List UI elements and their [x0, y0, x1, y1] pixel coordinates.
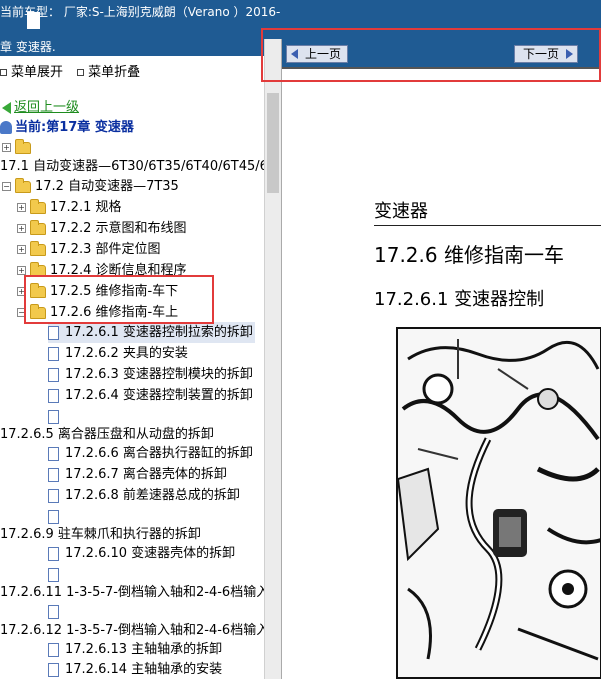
tree-item[interactable]: +17.2.2 示意图和布线图	[17, 218, 186, 239]
current-vehicle-title: 当前车型： 厂家:S-上海别克威朗（Verano ）2016-	[0, 5, 281, 19]
tree-item-label: 17.2.6.1 变速器控制拉索的拆卸	[65, 325, 253, 340]
tree-item[interactable]: 17.2.6.6 离合器执行器缸的拆卸	[48, 443, 253, 464]
heading-divider	[374, 225, 601, 226]
person-icon	[0, 121, 12, 134]
tree-item-label: 17.2.6.3 变速器控制模块的拆卸	[65, 367, 253, 382]
tree-item-doc[interactable]	[48, 601, 65, 622]
document-icon	[48, 567, 59, 582]
menu-collapse-label: 菜单折叠	[88, 65, 141, 80]
tree-item-label: 17.2.6.14 主轴轴承的安装	[65, 662, 223, 677]
collapse-icon[interactable]: −	[2, 182, 11, 191]
tree-item[interactable]: 17.2.6.12 1-3-5-7-倒档输入轴和2-4-6档输入	[0, 620, 264, 641]
document-icon	[48, 367, 59, 382]
highlight-box-nav	[261, 28, 601, 82]
scrollbar-thumb[interactable]	[267, 93, 279, 193]
tree-item[interactable]: 17.2.6.3 变速器控制模块的拆卸	[48, 364, 253, 385]
tree-item-label: 17.1 自动变速器—6T30/6T35/6T40/6T45/6	[0, 159, 264, 174]
tree-item-label: 17.2.6.11 1-3-5-7-倒档输入轴和2-4-6档输入	[0, 585, 264, 600]
folder-icon	[30, 198, 46, 214]
tree-item-label: 17.2.6.6 离合器执行器缸的拆卸	[65, 446, 253, 461]
tree-item-label: 17.2.6.12 1-3-5-7-倒档输入轴和2-4-6档输入	[0, 623, 264, 638]
tree-item-label: 17.2.6.2 夹具的安装	[65, 346, 188, 361]
tree-item[interactable]: 17.2.6.5 离合器压盘和从动盘的拆卸	[0, 424, 214, 445]
tree-item-label: 17.2.2 示意图和布线图	[50, 221, 187, 236]
folder-icon	[30, 219, 46, 235]
chapter-bar: 章 变速器.	[0, 39, 264, 56]
tree-item-label: 17.2.3 部件定位图	[50, 242, 161, 257]
tree-item-label: 17.2.6.13 主轴轴承的拆卸	[65, 642, 223, 657]
back-link[interactable]: 返回上一级	[2, 97, 79, 118]
expand-icon[interactable]: +	[17, 245, 26, 254]
tree-item-label: 17.2.6.5 离合器压盘和从动盘的拆卸	[0, 427, 214, 442]
document-icon	[48, 604, 59, 619]
tree-item[interactable]: 17.1 自动变速器—6T30/6T35/6T40/6T45/6	[0, 156, 264, 177]
document-icon	[48, 642, 59, 657]
tree-item-selected[interactable]: 17.2.6.1 变速器控制拉索的拆卸	[48, 322, 255, 343]
tree-item-label: 17.2.6.8 前差速器总成的拆卸	[65, 488, 240, 503]
tree-item-label: 17.2.6.7 离合器壳体的拆卸	[65, 467, 227, 482]
procedure-heading: 17.2.6.1 变速器控制	[374, 289, 545, 310]
expand-icon[interactable]: +	[17, 224, 26, 233]
content-panel: 上一页 下一页 变速器 17.2.6 维修指南一车 17.2.6.1 变速器控制	[281, 39, 601, 679]
menu-expand-label: 菜单展开	[11, 65, 64, 80]
tree-item[interactable]: 17.2.6.8 前差速器总成的拆卸	[48, 485, 240, 506]
highlight-box-left	[24, 275, 214, 324]
document-icon	[48, 467, 59, 482]
document-icon	[48, 662, 59, 677]
tree-item[interactable]: 17.2.6.9 驻车棘爪和执行器的拆卸	[0, 524, 201, 545]
menu-toolbar: 菜单展开 菜单折叠	[0, 61, 140, 80]
folder-icon	[30, 240, 46, 256]
document-icon	[48, 388, 59, 403]
document-icon	[48, 546, 59, 561]
document-icon	[48, 446, 59, 461]
tree-item[interactable]: 17.2.6.7 离合器壳体的拆卸	[48, 464, 227, 485]
document-icon	[48, 509, 59, 524]
back-arrow-icon	[2, 101, 11, 114]
tree-item[interactable]: +17.2.1 规格	[17, 197, 121, 218]
tree-item-label: 17.2.6.9 驻车棘爪和执行器的拆卸	[0, 527, 201, 542]
menu-expand-button[interactable]: 菜单展开	[0, 61, 63, 80]
current-chapter: 当前:第17章 变速器	[0, 117, 134, 138]
tree-item[interactable]: 17.2.6.11 1-3-5-7-倒档输入轴和2-4-6档输入	[0, 582, 264, 603]
folder-icon	[15, 177, 31, 193]
folder-icon	[15, 138, 31, 154]
menu-collapse-button[interactable]: 菜单折叠	[77, 61, 140, 80]
left-nav-panel: 章 变速器. 菜单展开 菜单折叠 返回上一级 当前:第17章 变速器 + 17.…	[0, 39, 264, 679]
current-chapter-label: 当前:第17章 变速器	[15, 120, 134, 135]
expand-icon[interactable]: +	[17, 266, 26, 275]
tree-item[interactable]: 17.2.6.2 夹具的安装	[48, 343, 188, 364]
transmission-illustration	[396, 327, 601, 679]
tree-item[interactable]: 17.2.6.13 主轴轴承的拆卸	[48, 639, 222, 660]
tree-item[interactable]: +17.2.3 部件定位图	[17, 239, 160, 260]
tree-item[interactable]: 17.2.6.10 变速器壳体的拆卸	[48, 543, 235, 564]
tree-item-label: 17.2.6.10 变速器壳体的拆卸	[65, 546, 236, 561]
tree-item-label: 17.2.1 规格	[50, 200, 122, 215]
section-heading: 变速器	[374, 201, 428, 222]
square-icon	[0, 68, 7, 76]
subsection-heading: 17.2.6 维修指南一车	[374, 243, 564, 267]
document-icon	[48, 346, 59, 361]
tree-item-label: 17.2 自动变速器—7T35	[35, 179, 179, 194]
transmission-drawing	[398, 329, 600, 677]
tree-item[interactable]: 17.2.6.4 变速器控制装置的拆卸	[48, 385, 253, 406]
tree-item[interactable]: 17.2.6.14 主轴轴承的安装	[48, 659, 222, 679]
document-icon	[48, 488, 59, 503]
back-link-label: 返回上一级	[14, 100, 80, 115]
left-panel-scrollbar[interactable]	[264, 39, 281, 679]
expand-icon[interactable]: +	[17, 203, 26, 212]
document-icon	[48, 325, 59, 340]
square-icon	[77, 68, 85, 76]
document-icon	[48, 409, 59, 424]
tree-item[interactable]: − 17.2 自动变速器—7T35	[2, 176, 179, 197]
expand-icon[interactable]: +	[2, 143, 11, 152]
header-white-box	[27, 12, 40, 29]
tree-item-label: 17.2.6.4 变速器控制装置的拆卸	[65, 388, 253, 403]
tree-root-node[interactable]: +	[2, 137, 35, 158]
